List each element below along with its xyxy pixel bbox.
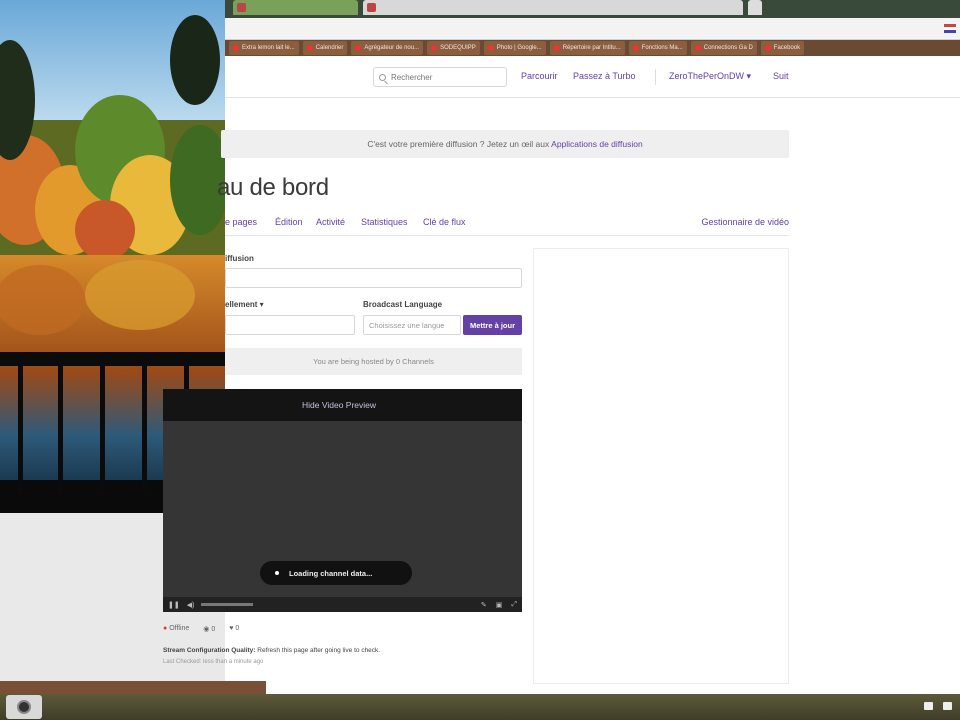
bookmark-item[interactable]: SODEQUIPP	[427, 41, 480, 55]
hosted-by-banner: You are being hosted by 0 Channels	[225, 348, 522, 375]
bookmark-favicon-icon	[431, 45, 438, 51]
tab-stream-key[interactable]: Clé de flux	[423, 217, 466, 227]
tab-edit[interactable]: Édition	[275, 217, 303, 227]
tab-activity[interactable]: Activité	[316, 217, 345, 227]
bookmark-item[interactable]: Facebook	[760, 41, 805, 55]
volume-icon[interactable]: ◀)	[187, 601, 195, 609]
viewers-stat: ◉ 0	[203, 625, 215, 633]
taskbar	[0, 694, 960, 720]
flag-icon	[944, 24, 956, 33]
browser-tab-active[interactable]	[363, 0, 743, 15]
address-bar[interactable]	[225, 18, 960, 40]
nav-browse-link[interactable]: Parcourir	[521, 71, 558, 81]
spinner-icon	[275, 571, 279, 575]
stream-stats: ● Offline ◉ 0 ♥ 0	[163, 625, 239, 633]
hide-preview-bar[interactable]: Hide Video Preview	[163, 389, 522, 421]
bookmark-item[interactable]: Photo | Google...	[483, 41, 546, 55]
edit-icon[interactable]: ✎	[481, 601, 487, 609]
first-broadcast-notice: C'est votre première diffusion ? Jetez u…	[221, 130, 789, 158]
followers-stat: ♥ 0	[229, 625, 239, 633]
bookmark-item[interactable]: Connections Ga D	[690, 41, 757, 55]
bookmark-item[interactable]: Répertoire par Intitu...	[549, 41, 625, 55]
tab-statistics[interactable]: Statistiques	[361, 217, 408, 227]
viewers-icon: ◉	[203, 626, 210, 633]
stream-title-input[interactable]	[225, 268, 522, 288]
new-tab-button[interactable]	[748, 0, 762, 15]
user-menu[interactable]: ZeroThePerOnDW ▾	[669, 71, 751, 82]
tray-icon[interactable]	[924, 702, 933, 710]
bookmarks-bar: Extra lemon lait le... Calendrier Agréga…	[225, 40, 960, 56]
system-tray	[924, 702, 952, 710]
bookmark-favicon-icon	[632, 45, 639, 51]
followers-count: 0	[235, 625, 240, 632]
game-label[interactable]: ellement ▾	[225, 300, 264, 309]
loading-indicator: Loading channel data...	[260, 561, 412, 585]
broadcast-language-label: Broadcast Language	[363, 300, 443, 309]
stream-quality-label: Stream Configuration Quality:	[163, 647, 256, 654]
start-button[interactable]	[6, 695, 42, 719]
page-title: au de bord	[217, 174, 329, 201]
search-icon	[379, 73, 386, 81]
dashboard-subnav: e pages Édition Activité Statistiques Cl…	[225, 214, 789, 236]
heart-icon: ♥	[229, 625, 234, 632]
volume-slider[interactable]	[201, 603, 254, 606]
player-controls: ❚❚ ◀) ✎ ▣ ⤢	[163, 597, 522, 612]
game-input[interactable]	[225, 315, 355, 335]
bookmark-item[interactable]: Fonctions Ma...	[628, 41, 687, 55]
bookmark-favicon-icon	[553, 45, 560, 51]
update-button[interactable]: Mettre à jour	[463, 315, 522, 335]
stream-quality-text: Refresh this page after going live to ch…	[255, 647, 381, 654]
bookmark-favicon-icon	[764, 45, 771, 51]
hide-preview-label[interactable]: Hide Video Preview	[302, 400, 376, 410]
loading-text: Loading channel data...	[289, 568, 373, 578]
browser-tab-strip	[225, 0, 960, 18]
pause-icon[interactable]: ❚❚	[168, 601, 180, 609]
status-text: Offline	[169, 625, 190, 632]
video-manager-link[interactable]: Gestionnaire de vidéo	[701, 217, 789, 227]
status-stat: ● Offline	[163, 625, 189, 633]
tray-icon[interactable]	[943, 702, 952, 710]
stream-quality-last-checked: Last Checked: less than a minute ago	[163, 659, 264, 665]
bookmark-item[interactable]: Agrégateur de nou...	[351, 41, 424, 55]
nav-turbo-link[interactable]: Passez à Turbo	[573, 71, 636, 81]
bookmark-favicon-icon	[233, 45, 239, 51]
bookmark-favicon-icon	[694, 45, 701, 51]
stream-title-label: iffusion	[225, 254, 254, 263]
fullscreen-icon[interactable]: ⤢	[511, 601, 517, 609]
nav-following-link[interactable]: Suit	[773, 71, 789, 81]
bookmark-item[interactable]: Calendrier	[302, 41, 348, 55]
bookmark-item[interactable]: Extra lemon lait le...	[229, 41, 299, 55]
browser-tab[interactable]	[233, 0, 358, 15]
language-select[interactable]: Choisissez une langue	[363, 315, 461, 335]
viewers-count: 0	[211, 626, 216, 633]
video-player[interactable]: Hide Video Preview Loading channel data.…	[163, 389, 522, 612]
broadcast-apps-link[interactable]: Applications de diffusion	[551, 139, 643, 149]
stream-quality: Stream Configuration Quality: Refresh th…	[163, 647, 380, 654]
search-input[interactable]	[391, 72, 501, 82]
desktop-strip	[0, 681, 266, 694]
bookmark-favicon-icon	[487, 45, 494, 51]
start-orb-icon	[17, 700, 31, 714]
popout-icon[interactable]: ▣	[496, 601, 503, 609]
right-panel	[533, 248, 789, 684]
notice-text: C'est votre première diffusion ? Jetez u…	[367, 139, 552, 149]
nav-divider	[655, 69, 656, 85]
tab-pages[interactable]: e pages	[225, 217, 257, 227]
offline-icon: ●	[163, 625, 168, 632]
bookmark-favicon-icon	[306, 45, 313, 51]
language-placeholder: Choisissez une langue	[369, 320, 445, 330]
top-nav: Parcourir Passez à Turbo ZeroThePerOnDW …	[225, 56, 960, 98]
bookmark-favicon-icon	[355, 45, 362, 51]
search-box[interactable]	[373, 67, 507, 87]
